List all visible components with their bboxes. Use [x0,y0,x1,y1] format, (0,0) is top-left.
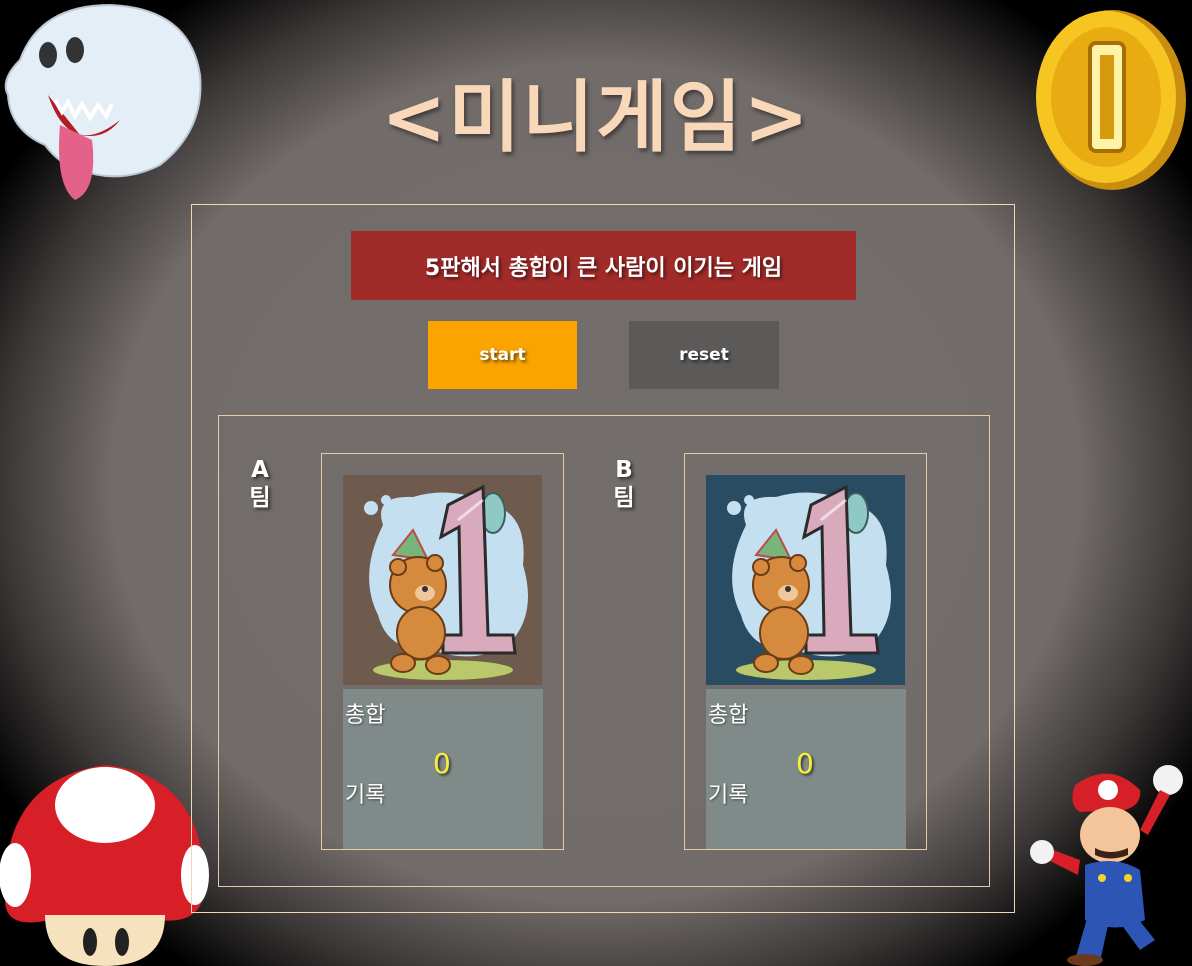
dice-card-image [343,475,542,685]
team-b-label: B 팀 [613,457,635,511]
rule-banner: 5판해서 총합이 큰 사람이 이기는 게임 [351,231,856,300]
boo-ghost-icon [4,3,202,200]
record-label: 기록 [345,783,386,808]
team-a-score: 0 [433,747,451,780]
sum-label: 총합 [708,703,749,728]
mario-icon [1030,765,1183,966]
team-b-card: 총합 0 기록 [684,453,927,850]
record-label: 기록 [708,783,749,808]
team-a-label: A 팀 [249,457,271,511]
team-a-score-panel: 총합 0 기록 [343,689,543,849]
start-button[interactable]: start [428,321,577,389]
sum-label: 총합 [345,703,386,728]
reset-button[interactable]: reset [629,321,779,389]
team-b-score: 0 [796,747,814,780]
team-b-score-panel: 총합 0 기록 [706,689,906,849]
gold-coin-icon [1036,10,1186,190]
mushroom-icon [0,765,209,966]
dice-card-image [706,475,905,685]
team-a-card: 총합 0 기록 [321,453,564,850]
